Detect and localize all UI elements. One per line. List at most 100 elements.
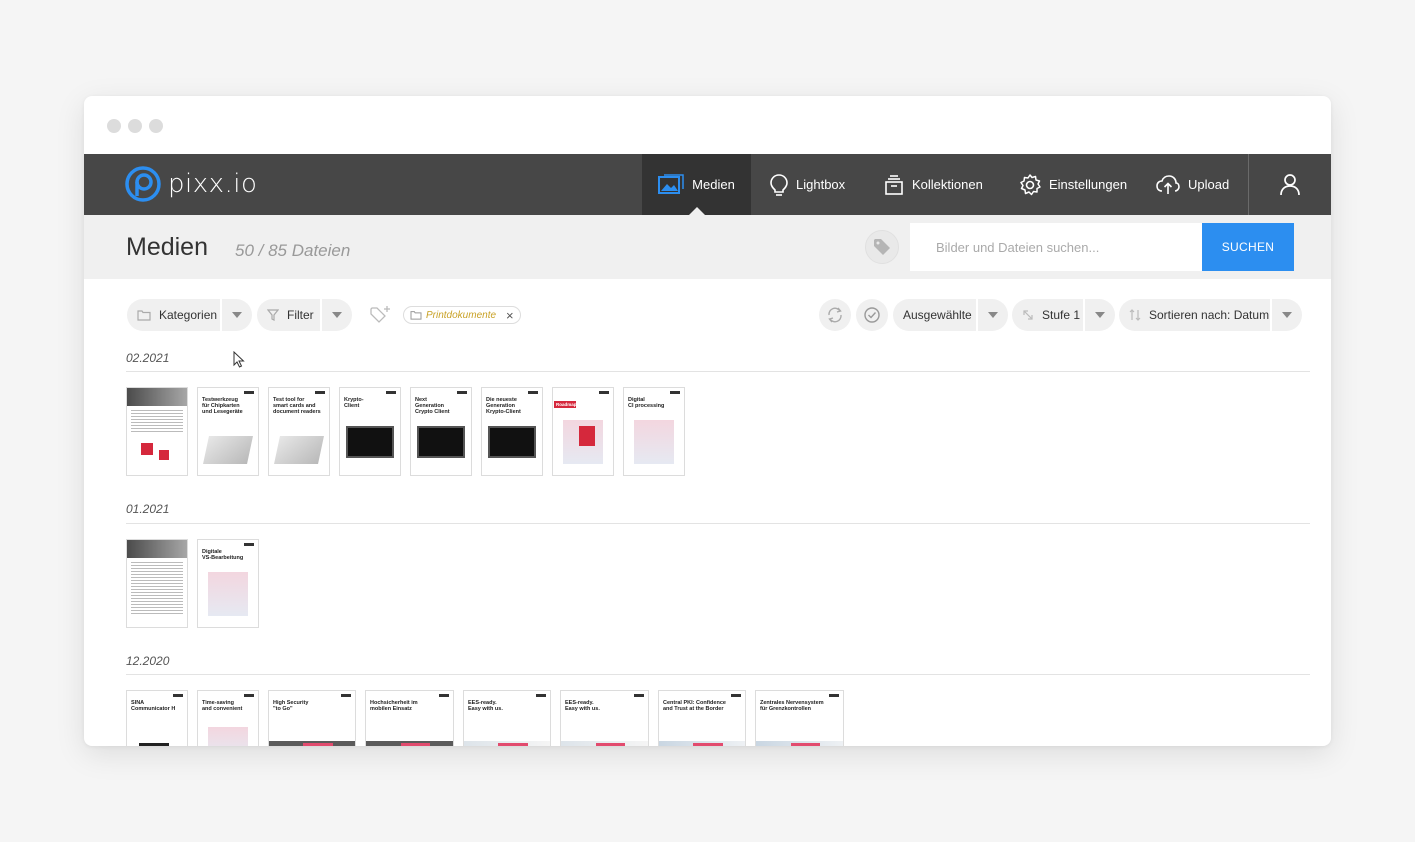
chevron-down-icon <box>332 312 342 318</box>
thumb-graphic <box>595 743 626 746</box>
tag-icon <box>874 239 890 255</box>
media-thumbnail[interactable]: High Security "to Go" <box>268 690 356 746</box>
chevron-down-icon <box>988 312 998 318</box>
thumb-brand <box>634 694 644 697</box>
ausgewaehlte-caret[interactable] <box>976 299 1008 331</box>
filter-caret[interactable] <box>320 299 352 331</box>
media-thumbnail[interactable]: Digital CI processing <box>623 387 685 476</box>
media-thumbnail[interactable]: Test tool for smart cards and document r… <box>268 387 330 476</box>
media-thumbnail[interactable]: Hochsicherheit im mobilen Einsatz <box>365 690 454 746</box>
sort-caret[interactable] <box>1270 299 1302 331</box>
media-thumbnail[interactable] <box>126 387 188 476</box>
lightbulb-icon <box>770 173 788 196</box>
nav-item-upload[interactable]: Upload <box>1156 154 1229 215</box>
thumb-graphic <box>400 743 431 746</box>
collections-icon <box>885 174 903 195</box>
user-icon <box>1280 173 1300 195</box>
close-icon[interactable]: × <box>506 308 514 323</box>
tag-search-button[interactable] <box>865 230 899 264</box>
kategorien-dropdown[interactable]: Kategorien <box>127 299 252 331</box>
thumb-graphic <box>139 743 169 746</box>
thumb-graphic <box>790 743 821 746</box>
search-button[interactable]: SUCHEN <box>1202 223 1294 271</box>
add-tag-button[interactable] <box>370 305 392 330</box>
thumb-graphic <box>159 450 169 460</box>
media-thumbnail[interactable]: Central PKI: Confidence and Trust at the… <box>658 690 746 746</box>
add-tag-icon <box>370 306 390 323</box>
refresh-icon <box>828 307 842 323</box>
page-title: Medien <box>126 233 208 261</box>
thumb-brand <box>315 391 325 394</box>
thumb-brand <box>173 694 183 697</box>
thumb-brand <box>528 391 538 394</box>
thumb-graphic <box>579 426 595 446</box>
media-thumbnail[interactable]: Testwerkzeug für Chipkarten und Lesegerä… <box>197 387 259 476</box>
media-thumbnail[interactable]: Digitale VS-Bearbeitung <box>197 539 259 628</box>
media-thumbnail[interactable]: Time-saving and convenient <box>197 690 259 746</box>
thumb-graphic <box>274 436 324 464</box>
window-close-dot[interactable] <box>107 119 121 133</box>
thumb-text <box>131 410 183 432</box>
image-icon <box>658 173 684 194</box>
thumb-photo <box>127 388 187 406</box>
window-maximize-dot[interactable] <box>149 119 163 133</box>
group-date: 12.2020 <box>126 654 170 668</box>
nav-item-label: Medien <box>692 177 735 192</box>
thumb-title: EES-ready. Easy with us. <box>468 700 503 712</box>
media-thumbnail[interactable]: Roadmap <box>552 387 614 476</box>
search-input[interactable] <box>910 223 1202 271</box>
chevron-down-icon <box>1282 312 1292 318</box>
media-thumbnail[interactable]: SINA Communicator H <box>126 690 188 746</box>
stufe-dropdown[interactable]: Stufe 1 <box>1012 299 1115 331</box>
thumb-brand <box>244 391 254 394</box>
chevron-down-icon <box>1095 312 1105 318</box>
thumb-title: Central PKI: Confidence and Trust at the… <box>663 700 726 712</box>
kategorien-label: Kategorien <box>159 308 218 322</box>
stufe-caret[interactable] <box>1083 299 1115 331</box>
ausgewaehlte-dropdown[interactable]: Ausgewählte <box>893 299 1008 331</box>
nav-item-medien[interactable]: Medien <box>642 154 751 215</box>
thumb-brand <box>439 694 449 697</box>
thumb-brand <box>731 694 741 697</box>
nav-item-einstellungen[interactable]: Einstellungen <box>1019 154 1127 215</box>
nav-item-kollektionen[interactable]: Kollektionen <box>884 154 983 215</box>
sort-dropdown[interactable]: Sortieren nach: Datum <box>1119 299 1302 331</box>
media-thumbnail[interactable]: EES-ready. Easy with us. <box>463 690 551 746</box>
media-thumbnail[interactable]: Krypto- Client <box>339 387 401 476</box>
kategorien-caret[interactable] <box>220 299 252 331</box>
user-account-button[interactable] <box>1249 154 1331 215</box>
logo[interactable]: pixx.io <box>125 165 257 203</box>
thumb-graphic <box>208 727 248 746</box>
thumb-graphic <box>488 426 536 458</box>
thumb-graphic <box>417 426 465 458</box>
window-titlebar <box>84 96 1331 154</box>
thumb-graphic <box>303 743 333 746</box>
filter-label: Filter <box>287 308 314 322</box>
refresh-button[interactable] <box>819 299 851 331</box>
filter-dropdown[interactable]: Filter <box>257 299 352 331</box>
sort-icon <box>1129 309 1141 321</box>
media-thumbnail[interactable]: EES-ready. Easy with us. <box>560 690 649 746</box>
thumb-brand <box>341 694 351 697</box>
thumb-graphic <box>208 572 248 616</box>
window-minimize-dot[interactable] <box>128 119 142 133</box>
thumb-brand <box>670 391 680 394</box>
media-thumbnail[interactable]: Next Generation Crypto Client <box>410 387 472 476</box>
nav-item-label: Kollektionen <box>912 177 983 192</box>
nav-item-lightbox[interactable]: Lightbox <box>770 154 845 215</box>
media-thumbnail[interactable] <box>126 539 188 628</box>
media-thumbnail[interactable]: Zentrales Nervensystem für Grenzkontroll… <box>755 690 844 746</box>
thumb-title: Krypto- Client <box>344 397 364 409</box>
thumb-brand <box>536 694 546 697</box>
group-divider <box>126 371 1310 372</box>
thumb-graphic <box>498 743 528 746</box>
folder-icon <box>410 311 422 320</box>
thumb-brand <box>457 391 467 394</box>
thumb-title: Testwerkzeug für Chipkarten und Lesegerä… <box>202 397 243 415</box>
select-all-button[interactable] <box>856 299 888 331</box>
thumb-title: EES-ready. Easy with us. <box>565 700 600 712</box>
file-count: 50 / 85 Dateien <box>235 241 351 260</box>
group-divider <box>126 674 1310 675</box>
active-filter-chip[interactable]: Printdokumente × <box>403 306 521 324</box>
media-thumbnail[interactable]: Die neueste Generation Krypto-Client <box>481 387 543 476</box>
